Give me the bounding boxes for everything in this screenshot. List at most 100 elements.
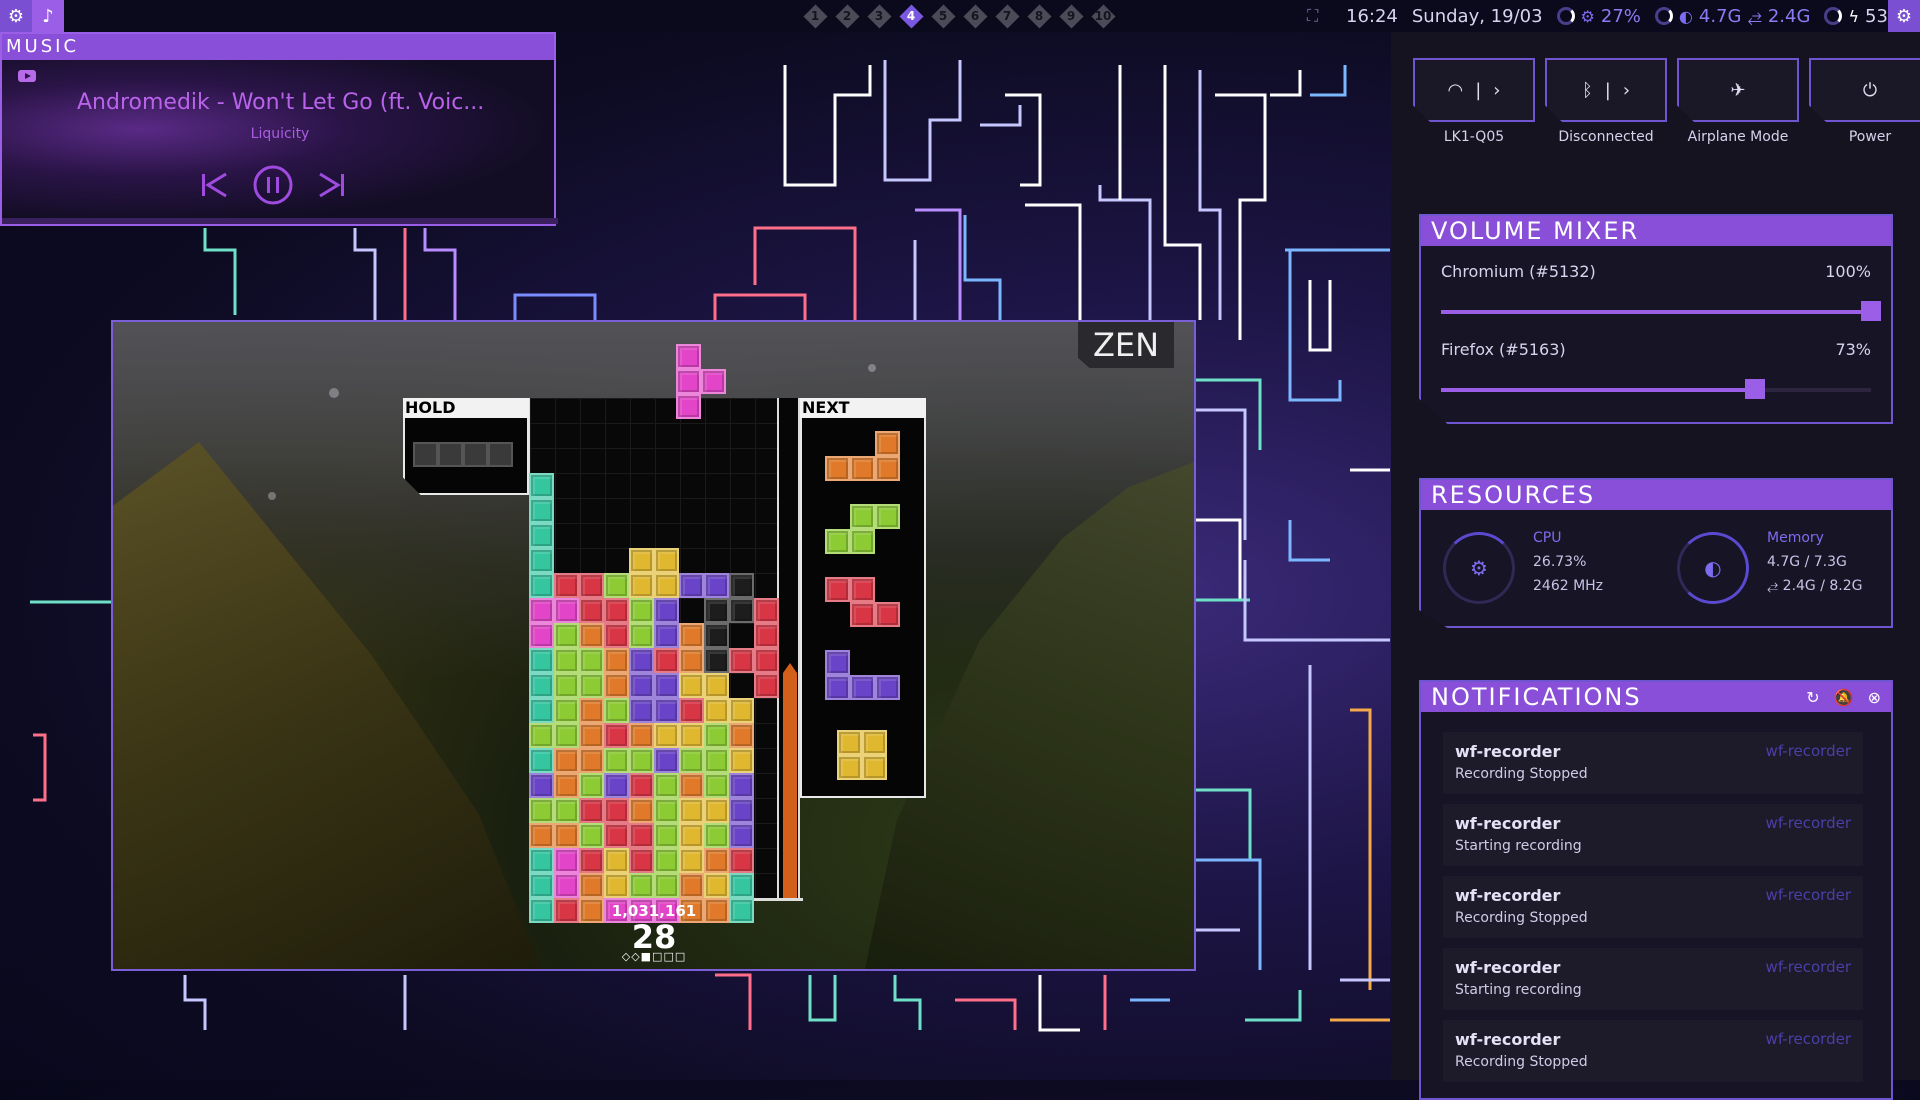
board-block <box>654 848 679 873</box>
slider-knob[interactable] <box>1861 301 1881 321</box>
music-progress-bar[interactable] <box>2 218 558 224</box>
next-piece-block <box>850 602 875 627</box>
board-block <box>579 873 604 898</box>
board-block <box>679 723 704 748</box>
notification-item[interactable]: wf-recorder Recording Stopped wf-recorde… <box>1443 876 1863 938</box>
close-icon[interactable]: ⊗ <box>1868 688 1881 707</box>
board-block <box>679 673 704 698</box>
board-block <box>729 723 754 748</box>
chromium-volume-slider[interactable] <box>1441 301 1881 321</box>
board-block <box>754 673 779 698</box>
clock-time[interactable]: 16:24 <box>1346 6 1398 27</box>
pause-icon[interactable] <box>252 164 294 206</box>
board-block <box>529 798 554 823</box>
workspace-7[interactable]: 7 <box>995 4 1019 28</box>
gear-icon[interactable]: ⚙ <box>0 0 32 32</box>
board-block <box>679 823 704 848</box>
board-block <box>704 673 729 698</box>
workspace-8[interactable]: 8 <box>1027 4 1051 28</box>
airplane-mode-toggle[interactable]: ✈ <box>1677 58 1799 122</box>
track-title: Andromedik - Won't Let Go (ft. Voic... <box>77 90 485 115</box>
notification-actions: ↻ 🔕 ⊗ <box>1806 688 1881 707</box>
memory-status[interactable]: ◐ 4.7G ⥄ 2.4G <box>1654 6 1810 27</box>
board-block <box>729 648 754 673</box>
board-block <box>704 823 729 848</box>
workspace-4[interactable]: 4 <box>899 4 923 28</box>
workspace-3[interactable]: 3 <box>867 4 891 28</box>
board-block <box>579 623 604 648</box>
settings-gear-icon[interactable]: ⚙ <box>1888 0 1920 32</box>
refresh-icon[interactable]: ↻ <box>1806 688 1819 707</box>
chevron-right-icon[interactable]: › <box>1493 80 1500 101</box>
board-block <box>579 698 604 723</box>
bluetooth-toggle[interactable]: ᛒ | › <box>1545 58 1667 122</box>
board-block <box>679 648 704 673</box>
next-piece-block <box>850 675 875 700</box>
notification-item[interactable]: wf-recorder Recording Stopped wf-recorde… <box>1443 1020 1863 1082</box>
vm-item-firefox: Firefox (#5163) 73% <box>1441 340 1871 359</box>
falling-piece-block <box>676 369 701 394</box>
workspace-1[interactable]: 1 <box>803 4 827 28</box>
tetris-game-window[interactable]: ZEN HOLD NEXT 1,031,161 28 ◇◇■□□□ <box>111 320 1196 971</box>
mountain-left <box>113 442 543 969</box>
board-block <box>604 748 629 773</box>
board-block <box>579 573 604 598</box>
workspace-5[interactable]: 5 <box>931 4 955 28</box>
notification-item[interactable]: wf-recorder Starting recording wf-record… <box>1443 804 1863 866</box>
cpu-status[interactable]: ⚙ 27% <box>1556 6 1641 27</box>
control-panel: ◠ | › ᛒ | › ✈ ⏻ LK1-Q05 Disconnected Airplan… <box>1391 32 1920 1100</box>
next-piece-block <box>825 456 850 481</box>
top-bar: ⚙ ♪ 1 2 3 4 5 6 7 8 9 10 ⛶ 16:24 Sunday,… <box>0 0 1920 32</box>
previous-track-icon[interactable] <box>198 170 230 200</box>
power-button[interactable]: ⏻ <box>1809 58 1920 122</box>
fullscreen-icon[interactable]: ⛶ <box>1307 6 1318 26</box>
airplane-icon: ✈ <box>1730 79 1746 101</box>
board-block <box>579 723 604 748</box>
music-note-icon[interactable]: ♪ <box>32 0 64 32</box>
cpu-info: CPU 26.73% 2462 MHz <box>1533 530 1604 594</box>
board-block <box>729 748 754 773</box>
workspace-9[interactable]: 9 <box>1059 4 1083 28</box>
notification-item[interactable]: wf-recorder Recording Stopped wf-recorde… <box>1443 732 1863 794</box>
next-piece-block <box>825 529 850 554</box>
board-block <box>729 873 754 898</box>
slider-knob[interactable] <box>1744 379 1765 399</box>
next-piece-block <box>862 755 887 780</box>
progress-marks: ◇◇■□□□ <box>621 950 687 963</box>
youtube-icon <box>18 70 36 82</box>
board-block <box>529 748 554 773</box>
power-label: Power <box>1848 129 1892 145</box>
board-block <box>729 773 754 798</box>
board-block <box>629 548 654 573</box>
board-block <box>554 773 579 798</box>
board-block <box>629 773 654 798</box>
bell-off-icon[interactable]: 🔕 <box>1834 688 1854 707</box>
next-piece-block <box>875 456 900 481</box>
workspace-10[interactable]: 10 <box>1091 4 1115 28</box>
board-block <box>729 848 754 873</box>
workspace-2[interactable]: 2 <box>835 4 859 28</box>
board-block <box>679 798 704 823</box>
chevron-right-icon[interactable]: › <box>1623 80 1630 101</box>
memory-ring: ◐ <box>1677 532 1749 604</box>
board-block <box>604 823 629 848</box>
board-block <box>654 648 679 673</box>
board-block <box>704 873 729 898</box>
next-piece-block <box>850 529 875 554</box>
board-block <box>579 823 604 848</box>
firefox-volume-slider[interactable] <box>1441 379 1871 399</box>
board-block <box>604 723 629 748</box>
next-track-icon[interactable] <box>316 170 348 200</box>
media-controls <box>198 164 348 206</box>
board-block <box>679 573 704 598</box>
board-block <box>654 773 679 798</box>
notification-item[interactable]: wf-recorder Starting recording wf-record… <box>1443 948 1863 1010</box>
board-block <box>579 798 604 823</box>
board-block <box>654 723 679 748</box>
wifi-toggle[interactable]: ◠ | › <box>1413 58 1535 122</box>
workspace-6[interactable]: 6 <box>963 4 987 28</box>
board-block <box>629 873 654 898</box>
board-block <box>654 798 679 823</box>
board-block <box>754 623 779 648</box>
board-block <box>629 598 654 623</box>
